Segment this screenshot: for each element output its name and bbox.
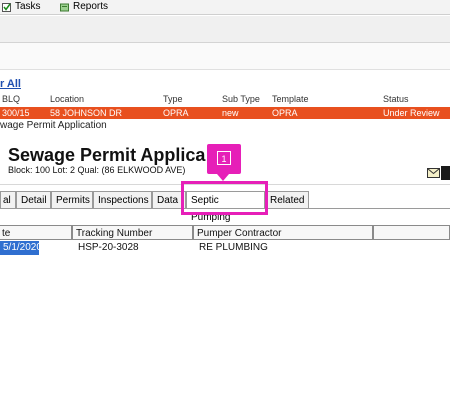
reports-label: Reports — [73, 1, 109, 12]
step-number-badge: 1 — [217, 151, 231, 165]
page-subtitle: Block: 100 Lot: 2 Qual: (86 ELKWOOD AVE) — [8, 165, 186, 175]
column-header-empty — [373, 225, 450, 240]
row-type: OPRA — [163, 108, 189, 118]
reports-icon — [60, 3, 69, 11]
tab-inspections[interactable]: Inspections — [93, 191, 152, 208]
cell-contractor[interactable]: RE PLUMBING — [196, 241, 373, 255]
tab-related[interactable]: Related — [265, 191, 309, 208]
cell-date[interactable]: 5/1/2020 — [0, 241, 42, 255]
scroll-edge — [441, 166, 450, 180]
column-header-contractor[interactable]: Pumper Contractor — [193, 225, 373, 240]
column-header-tracking[interactable]: Tracking Number — [72, 225, 193, 240]
tasks-label: Tasks — [15, 1, 41, 12]
toolbar-band — [0, 16, 450, 43]
callout-pointer — [217, 174, 229, 181]
tab-general[interactable]: al — [0, 191, 16, 208]
column-header-blq[interactable]: BLQ — [2, 94, 20, 104]
tab-detail[interactable]: Detail — [16, 191, 51, 208]
filter-band — [0, 43, 450, 70]
window-title: wage Permit Application — [0, 120, 107, 131]
column-header-template[interactable]: Template — [272, 94, 309, 104]
row-status: Under Review — [383, 108, 440, 118]
checkbox-icon — [2, 2, 11, 12]
top-toolbar: Tasks Reports — [0, 0, 450, 15]
row-template: OPRA — [272, 108, 298, 118]
mail-icon[interactable] — [427, 168, 440, 178]
table-row[interactable]: 300/15 58 JOHNSON DR OPRA new OPRA Under… — [0, 107, 450, 119]
list-header: BLQ Location Type Sub Type Template Stat… — [0, 94, 450, 106]
tab-permits[interactable]: Permits — [51, 191, 93, 208]
clear-all-link[interactable]: r All — [0, 78, 21, 90]
column-header-date[interactable]: te — [0, 225, 72, 240]
tasks-button[interactable]: Tasks — [2, 0, 41, 14]
column-header-location[interactable]: Location — [50, 94, 84, 104]
column-header-subtype[interactable]: Sub Type — [222, 94, 260, 104]
page-title: Sewage Permit Applica — [8, 145, 206, 165]
row-blq: 300/15 — [2, 108, 30, 118]
highlight-box — [181, 181, 268, 215]
row-location: 58 JOHNSON DR — [50, 108, 123, 118]
reports-button[interactable]: Reports — [60, 0, 108, 14]
column-header-type[interactable]: Type — [163, 94, 183, 104]
pumping-table: te Tracking Number Pumper Contractor 5/1… — [0, 225, 450, 400]
column-header-status[interactable]: Status — [383, 94, 409, 104]
cell-tracking[interactable]: HSP-20-3028 — [75, 241, 193, 255]
row-subtype: new — [222, 108, 239, 118]
